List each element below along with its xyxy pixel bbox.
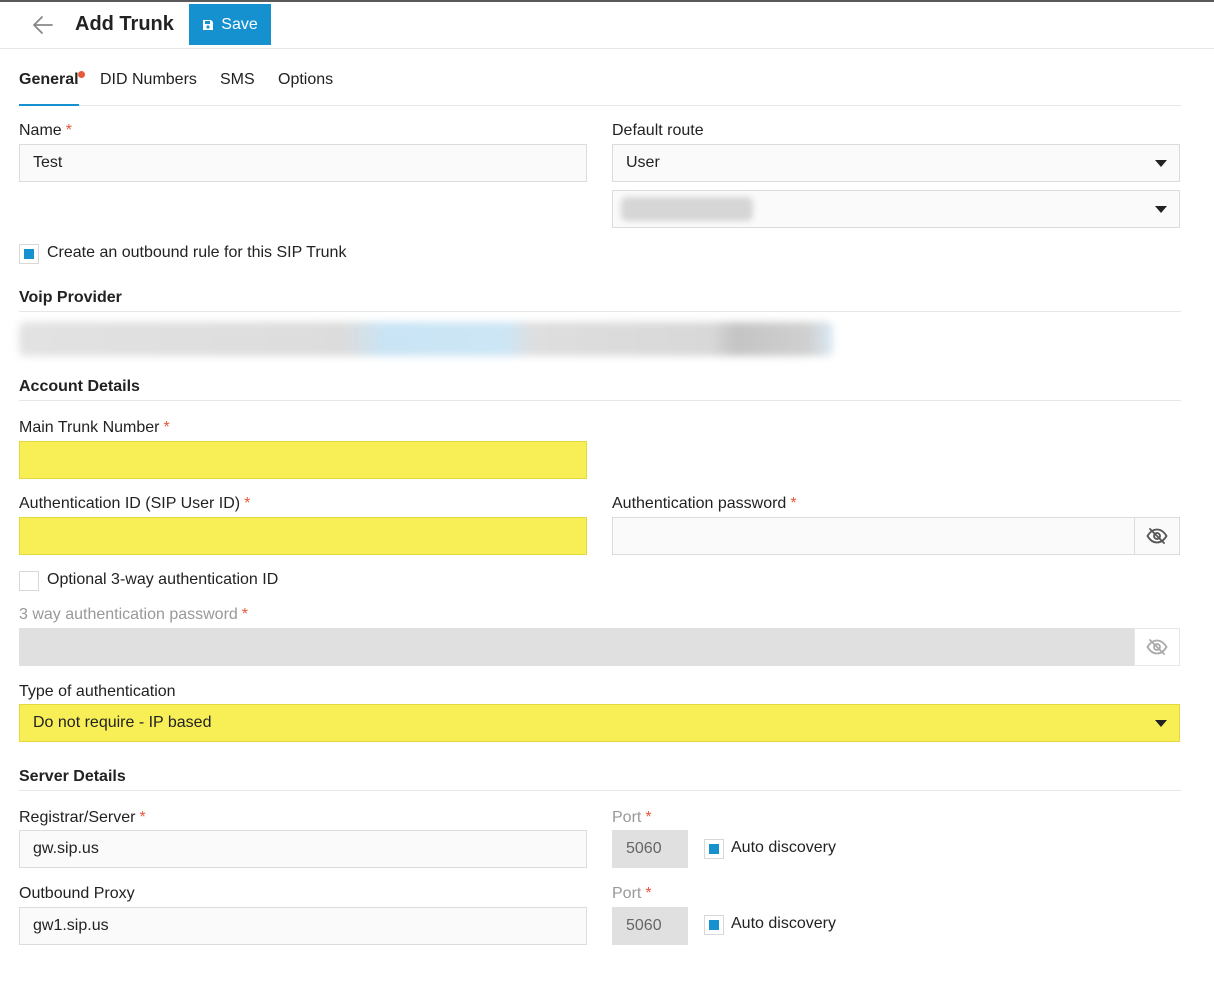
auth-password-label: Authentication password * [612, 495, 797, 513]
required-marker: * [163, 419, 170, 436]
tab-options[interactable]: Options [278, 71, 333, 89]
proxy-auto-discovery-label: Auto discovery [731, 915, 836, 932]
main-trunk-label-text: Main Trunk Number [19, 419, 160, 436]
auth-password-input[interactable] [612, 517, 1135, 555]
name-label-text: Name [19, 122, 62, 139]
three-way-password-label-text: 3 way authentication password [19, 606, 238, 623]
required-marker: * [790, 495, 797, 512]
three-way-password-label: 3 way authentication password * [19, 606, 248, 624]
main-trunk-label: Main Trunk Number * [19, 419, 170, 437]
default-route-select[interactable]: User [612, 144, 1180, 182]
caret-down-icon [1155, 160, 1167, 167]
proxy-port-input[interactable] [612, 907, 688, 945]
tab-sms-label: SMS [220, 71, 255, 88]
name-input[interactable] [19, 144, 587, 182]
tab-general-label: General [19, 71, 79, 88]
caret-down-icon [1155, 206, 1167, 213]
default-route-label: Default route [612, 122, 704, 139]
default-route-target-select[interactable] [612, 190, 1180, 228]
outbound-proxy-label: Outbound Proxy [19, 885, 135, 902]
optional-3way-checkbox[interactable] [19, 571, 39, 591]
required-marker: * [244, 495, 251, 512]
outbound-proxy-input[interactable] [19, 907, 587, 945]
three-way-password-input [19, 628, 1135, 666]
section-account-details: Account Details [19, 378, 1181, 401]
main-trunk-number-input[interactable] [19, 441, 587, 479]
tab-did-numbers-label: DID Numbers [100, 71, 197, 88]
section-server-details: Server Details [19, 768, 1181, 791]
required-marker: * [139, 809, 146, 826]
page-title: Add Trunk [75, 13, 174, 35]
name-label: Name * [19, 122, 72, 140]
registrar-label-text: Registrar/Server [19, 809, 136, 826]
required-marker: * [645, 885, 652, 902]
auth-type-select[interactable]: Do not require - IP based [19, 704, 1180, 742]
auth-id-input[interactable] [19, 517, 587, 555]
save-button[interactable]: Save [189, 4, 271, 45]
registrar-port-label: Port * [612, 809, 652, 827]
password-visibility-toggle[interactable] [1134, 517, 1180, 555]
auth-type-value: Do not require - IP based [33, 714, 212, 731]
back-button[interactable] [30, 14, 56, 36]
proxy-port-label: Port * [612, 885, 652, 903]
tab-general[interactable]: General [19, 71, 85, 106]
save-button-label: Save [221, 15, 258, 33]
three-way-password-visibility-toggle [1134, 628, 1180, 666]
tab-options-label: Options [278, 71, 334, 88]
auth-type-label: Type of authentication [19, 683, 176, 700]
outbound-rule-label: Create an outbound rule for this SIP Tru… [47, 244, 347, 261]
registrar-label: Registrar/Server * [19, 809, 146, 827]
auth-id-label: Authentication ID (SIP User ID) * [19, 495, 250, 513]
caret-down-icon [1155, 720, 1167, 727]
default-route-value: User [626, 154, 660, 171]
redacted-value [621, 197, 753, 221]
voip-provider-info-redacted [19, 322, 833, 356]
optional-3way-label: Optional 3-way authentication ID [47, 571, 279, 588]
proxy-port-label-text: Port [612, 885, 642, 902]
required-marker: * [645, 809, 652, 826]
page-header: Add Trunk Save [0, 2, 1214, 49]
eye-slash-icon [1146, 639, 1168, 655]
outbound-rule-checkbox[interactable] [19, 244, 39, 264]
eye-slash-icon [1146, 528, 1168, 544]
registrar-auto-discovery-checkbox[interactable] [704, 839, 724, 859]
tab-did-numbers[interactable]: DID Numbers [100, 71, 197, 89]
section-voip-provider: Voip Provider [19, 289, 1181, 312]
auth-password-label-text: Authentication password [612, 495, 787, 512]
required-marker: * [65, 122, 72, 139]
required-marker: * [241, 606, 249, 623]
registrar-auto-discovery-label: Auto discovery [731, 839, 836, 856]
registrar-input[interactable] [19, 830, 587, 868]
proxy-auto-discovery-checkbox[interactable] [704, 915, 724, 935]
floppy-disk-icon [203, 19, 214, 30]
tab-sms[interactable]: SMS [220, 71, 255, 89]
alert-dot [78, 71, 85, 78]
tab-bar: General DID Numbers SMS Options [19, 62, 1181, 106]
auth-id-label-text: Authentication ID (SIP User ID) [19, 495, 241, 512]
registrar-port-input[interactable] [612, 830, 688, 868]
registrar-port-label-text: Port [612, 809, 642, 826]
arrow-left-icon [33, 16, 53, 34]
